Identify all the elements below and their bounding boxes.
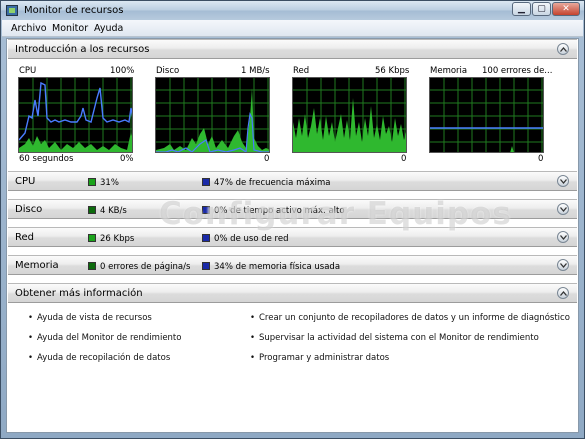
cpu-graph-max: 100% (110, 66, 135, 76)
network-usage-value: 0% de uso de red (214, 234, 289, 244)
expand-memory-icon[interactable] (557, 259, 569, 271)
cpu-freq-swatch (202, 178, 210, 186)
menu-archivo[interactable]: Archivo (11, 23, 47, 34)
memory-used-value: 34% de memoria física usada (214, 262, 341, 272)
collapse-overview-icon[interactable] (557, 43, 569, 55)
disk-graph-min: 0 (264, 154, 270, 164)
disk-graph-max: 1 MB/s (241, 66, 270, 76)
disk-active-value: 0% de tiempo activo máx. alto (214, 206, 345, 216)
memory-faults-value: 0 errores de página/s (100, 262, 191, 272)
overview-title: Introducción a los recursos (15, 44, 150, 55)
cpu-graph (18, 77, 133, 153)
more-info-header[interactable]: Obtener más información (8, 283, 577, 303)
cpu-section-title: CPU (15, 176, 36, 187)
expand-cpu-icon[interactable] (557, 175, 569, 187)
memory-graph-min: 0 (538, 154, 544, 164)
window-title: Monitor de recursos (24, 5, 124, 16)
memory-section-header[interactable]: Memoria 0 errores de página/s 34% de mem… (8, 255, 577, 275)
network-rate-swatch (88, 234, 96, 242)
network-graph (292, 77, 407, 153)
network-graph-max: 56 Kbps (375, 66, 410, 76)
memory-section-title: Memoria (15, 260, 59, 271)
network-usage-swatch (202, 234, 210, 242)
close-button[interactable]: ✕ (552, 2, 580, 16)
disk-section-title: Disco (15, 204, 43, 215)
disk-graph-label: Disco (156, 66, 180, 76)
cpu-graph-time: 60 segundos (19, 154, 74, 164)
resource-monitor-app-icon (6, 5, 18, 16)
link-monitor-system-activity[interactable]: • Supervisar la actividad del sistema con… (250, 333, 539, 343)
link-resource-view-help[interactable]: • Ayuda de vista de recursos (28, 313, 152, 323)
resource-monitor-window: Monitor de recursos ▁ ▢ ✕ Archivo Monito… (0, 0, 585, 439)
disk-graph (155, 77, 270, 153)
disk-active-swatch (202, 206, 210, 214)
menu-ayuda[interactable]: Ayuda (94, 23, 123, 34)
menu-bar: Archivo Monitor Ayuda (2, 20, 583, 37)
link-schedule-manage-data[interactable]: • Programar y administrar datos (250, 353, 389, 363)
memory-used-swatch (202, 262, 210, 270)
disk-rate-swatch (88, 206, 96, 214)
maximize-button[interactable]: ▢ (532, 2, 551, 16)
cpu-graph-label: CPU (19, 66, 37, 76)
memory-graph-max: 100 errores de... (482, 66, 553, 76)
network-section-header[interactable]: Red 26 Kbps 0% de uso de red (8, 227, 577, 247)
more-info-title: Obtener más información (15, 288, 143, 299)
disk-rate-value: 4 KB/s (100, 206, 127, 216)
link-perf-monitor-help[interactable]: • Ayuda del Monitor de rendimiento (28, 333, 181, 343)
cpu-freq-value: 47% de frecuencia máxima (214, 178, 331, 188)
title-bar[interactable]: Monitor de recursos ▁ ▢ ✕ (1, 1, 584, 20)
cpu-usage-swatch (88, 178, 96, 186)
menu-monitor[interactable]: Monitor (52, 23, 88, 34)
network-graph-label: Red (293, 66, 310, 76)
link-data-collection-help[interactable]: • Ayuda de recopilación de datos (28, 353, 170, 363)
link-create-collector-set[interactable]: • Crear un conjunto de recopiladores de d… (250, 313, 570, 323)
expand-disk-icon[interactable] (557, 203, 569, 215)
cpu-section-header[interactable]: CPU 31% 47% de frecuencia máxima (8, 171, 577, 191)
memory-graph (429, 77, 544, 153)
memory-faults-swatch (88, 262, 96, 270)
overview-header[interactable]: Introducción a los recursos (8, 39, 577, 59)
cpu-graph-min: 0% (120, 154, 134, 164)
memory-graph-label: Memoria (430, 66, 468, 76)
cpu-usage-value: 31% (100, 178, 119, 188)
collapse-more-info-icon[interactable] (557, 287, 569, 299)
disk-section-header[interactable]: Disco 4 KB/s 0% de tiempo activo máx. al… (8, 199, 577, 219)
main-panel: Introducción a los recursos CPU 100% 60 … (6, 38, 579, 433)
network-section-title: Red (15, 232, 34, 243)
expand-network-icon[interactable] (557, 231, 569, 243)
minimize-button[interactable]: ▁ (512, 2, 531, 16)
network-rate-value: 26 Kbps (100, 234, 135, 244)
network-graph-min: 0 (401, 154, 407, 164)
